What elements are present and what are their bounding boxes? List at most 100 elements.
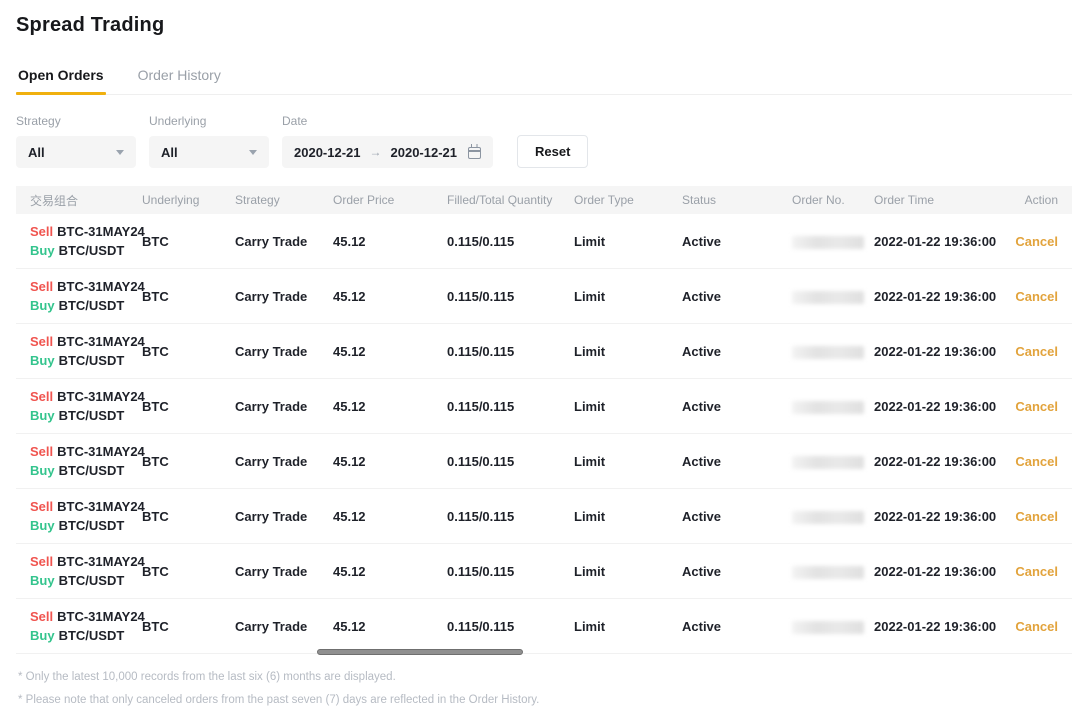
cell-pair: SellBTC-31MAY24 BuyBTC/USDT	[16, 332, 142, 370]
cell-strategy: Carry Trade	[235, 234, 333, 249]
cell-strategy: Carry Trade	[235, 619, 333, 634]
cancel-button[interactable]: Cancel	[1015, 399, 1058, 414]
cell-pair: SellBTC-31MAY24 BuyBTC/USDT	[16, 387, 142, 425]
orders-table: 交易组合 Underlying Strategy Order Price Fil…	[16, 186, 1072, 654]
cell-pair: SellBTC-31MAY24 BuyBTC/USDT	[16, 277, 142, 315]
strategy-select[interactable]: All	[16, 136, 136, 168]
cell-order-no	[792, 398, 874, 413]
sell-pair-symbol: BTC-31MAY24	[57, 499, 145, 514]
cell-pair: SellBTC-31MAY24 BuyBTC/USDT	[16, 442, 142, 480]
cell-underlying: BTC	[142, 454, 235, 469]
header-order-time: Order Time	[874, 193, 1000, 207]
table-body: SellBTC-31MAY24 BuyBTC/USDT BTC Carry Tr…	[16, 214, 1072, 654]
chevron-down-icon	[249, 150, 257, 155]
cell-status: Active	[682, 509, 792, 524]
cell-status: Active	[682, 234, 792, 249]
cell-order-type: Limit	[574, 289, 682, 304]
header-status: Status	[682, 193, 792, 207]
cell-order-time: 2022-01-22 19:36:00	[874, 509, 1000, 524]
cancel-button[interactable]: Cancel	[1015, 509, 1058, 524]
cell-underlying: BTC	[142, 399, 235, 414]
cell-filled-total: 0.115/0.115	[447, 454, 574, 469]
cell-status: Active	[682, 399, 792, 414]
footnote-canceled-orders: * Please note that only canceled orders …	[18, 694, 1072, 706]
date-filter: Date 2020-12-21 → 2020-12-21	[282, 114, 493, 168]
cell-action: Cancel	[1000, 399, 1072, 414]
cell-action: Cancel	[1000, 289, 1072, 304]
header-strategy: Strategy	[235, 193, 333, 207]
cell-order-no	[792, 288, 874, 303]
header-filled-total: Filled/Total Quantity	[447, 193, 574, 207]
horizontal-scrollbar-thumb[interactable]	[317, 649, 523, 655]
sell-side-label: Sell	[30, 389, 53, 404]
cancel-button[interactable]: Cancel	[1015, 564, 1058, 579]
arrow-right-icon: →	[370, 145, 382, 159]
cell-pair: SellBTC-31MAY24 BuyBTC/USDT	[16, 607, 142, 645]
buy-side-label: Buy	[30, 243, 55, 258]
cell-order-time: 2022-01-22 19:36:00	[874, 399, 1000, 414]
cancel-button[interactable]: Cancel	[1015, 619, 1058, 634]
order-no-redacted-blur	[792, 511, 864, 524]
cell-order-time: 2022-01-22 19:36:00	[874, 619, 1000, 634]
underlying-select[interactable]: All	[149, 136, 269, 168]
tab-order-history[interactable]: Order History	[136, 63, 223, 94]
buy-side-label: Buy	[30, 463, 55, 478]
date-from[interactable]: 2020-12-21	[294, 145, 361, 160]
order-no-redacted-blur	[792, 236, 864, 249]
cell-order-no	[792, 563, 874, 578]
cell-order-type: Limit	[574, 564, 682, 579]
date-range-picker[interactable]: 2020-12-21 → 2020-12-21	[282, 136, 493, 168]
cell-order-type: Limit	[574, 619, 682, 634]
cell-strategy: Carry Trade	[235, 564, 333, 579]
cell-order-price: 45.12	[333, 399, 447, 414]
sell-side-label: Sell	[30, 224, 53, 239]
cell-order-price: 45.12	[333, 619, 447, 634]
header-underlying: Underlying	[142, 193, 235, 207]
cancel-button[interactable]: Cancel	[1015, 234, 1058, 249]
cell-order-price: 45.12	[333, 234, 447, 249]
cell-filled-total: 0.115/0.115	[447, 399, 574, 414]
cell-order-price: 45.12	[333, 509, 447, 524]
cell-order-no	[792, 233, 874, 248]
table-row: SellBTC-31MAY24 BuyBTC/USDT BTC Carry Tr…	[16, 434, 1072, 489]
cell-filled-total: 0.115/0.115	[447, 564, 574, 579]
header-order-no: Order No.	[792, 193, 874, 207]
cell-order-type: Limit	[574, 454, 682, 469]
footnotes: * Only the latest 10,000 records from th…	[16, 671, 1072, 706]
cell-strategy: Carry Trade	[235, 399, 333, 414]
cell-order-no	[792, 453, 874, 468]
chevron-down-icon	[116, 150, 124, 155]
cell-status: Active	[682, 564, 792, 579]
sell-side-label: Sell	[30, 609, 53, 624]
reset-button[interactable]: Reset	[517, 135, 588, 168]
cancel-button[interactable]: Cancel	[1015, 289, 1058, 304]
date-to[interactable]: 2020-12-21	[391, 145, 458, 160]
cancel-button[interactable]: Cancel	[1015, 344, 1058, 359]
tab-open-orders[interactable]: Open Orders	[16, 63, 106, 94]
sell-side-label: Sell	[30, 444, 53, 459]
sell-side-label: Sell	[30, 499, 53, 514]
cell-filled-total: 0.115/0.115	[447, 289, 574, 304]
buy-pair-symbol: BTC/USDT	[59, 463, 125, 478]
table-row: SellBTC-31MAY24 BuyBTC/USDT BTC Carry Tr…	[16, 599, 1072, 654]
spread-trading-page: Spread Trading Open Orders Order History…	[0, 14, 1088, 706]
table-header-row: 交易组合 Underlying Strategy Order Price Fil…	[16, 186, 1072, 214]
cancel-button[interactable]: Cancel	[1015, 454, 1058, 469]
underlying-value: All	[161, 145, 178, 160]
cell-underlying: BTC	[142, 564, 235, 579]
cell-order-no	[792, 508, 874, 523]
buy-side-label: Buy	[30, 298, 55, 313]
cell-order-price: 45.12	[333, 344, 447, 359]
table-row: SellBTC-31MAY24 BuyBTC/USDT BTC Carry Tr…	[16, 324, 1072, 379]
header-order-type: Order Type	[574, 193, 682, 207]
calendar-icon[interactable]	[468, 147, 481, 159]
cell-underlying: BTC	[142, 289, 235, 304]
buy-pair-symbol: BTC/USDT	[59, 353, 125, 368]
buy-side-label: Buy	[30, 408, 55, 423]
cell-pair: SellBTC-31MAY24 BuyBTC/USDT	[16, 497, 142, 535]
table-row: SellBTC-31MAY24 BuyBTC/USDT BTC Carry Tr…	[16, 544, 1072, 599]
cell-filled-total: 0.115/0.115	[447, 509, 574, 524]
sell-side-label: Sell	[30, 279, 53, 294]
order-no-redacted-blur	[792, 456, 864, 469]
cell-action: Cancel	[1000, 509, 1072, 524]
